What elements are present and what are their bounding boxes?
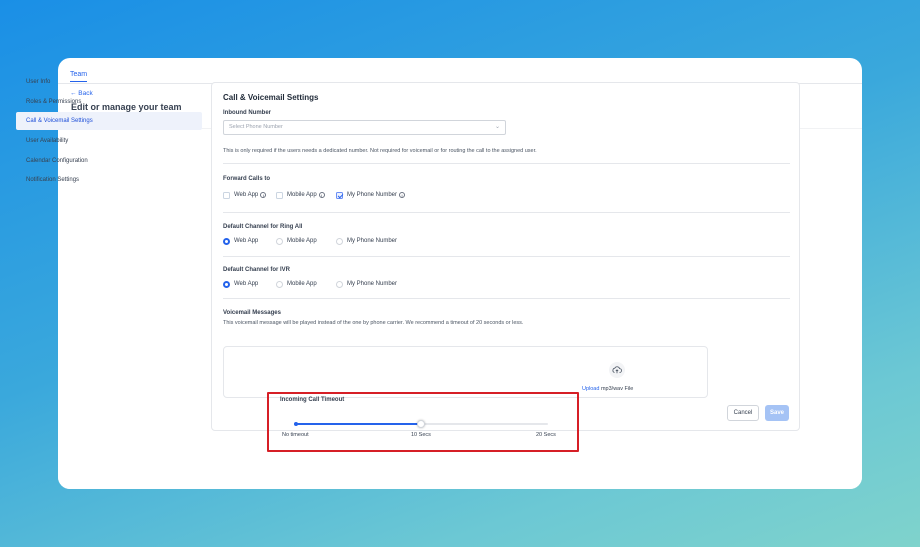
ring-all-label: Default Channel for Ring All <box>223 224 303 230</box>
my-phone-label: My Phone Number <box>347 238 398 244</box>
forward-calls-label: Forward Calls to <box>223 176 271 182</box>
timeout-slider-start-dot <box>294 422 298 426</box>
info-icon: i <box>260 192 267 198</box>
settings-sidebar: User Info Roles & Permissions Call & Voi… <box>16 73 202 191</box>
mobile-app-label: Mobile App <box>287 281 317 287</box>
upload-format-text: mp3/wav File <box>599 386 634 392</box>
timeout-slider-fill <box>294 423 421 425</box>
ivr-my-phone-option[interactable]: My Phone Number <box>336 280 398 288</box>
phone-number-select[interactable]: Select Phone Number ⌄ <box>223 120 506 135</box>
web-app-radio[interactable] <box>223 280 230 288</box>
voicemail-helper: This voicemail message will be played in… <box>223 320 524 326</box>
my-phone-label: My Phone Number <box>347 281 398 287</box>
phone-number-placeholder: Select Phone Number <box>229 124 283 130</box>
ivr-options: Web App Mobile App My Phone Number <box>223 279 397 289</box>
panel-title: Call & Voicemail Settings <box>223 93 319 102</box>
divider <box>223 212 790 213</box>
mobile-app-label: Mobile App <box>287 192 317 198</box>
my-phone-radio[interactable] <box>336 280 343 288</box>
sidebar-item-notification-settings[interactable]: Notification Settings <box>16 171 202 189</box>
my-phone-checkbox[interactable] <box>336 191 343 199</box>
mobile-app-radio[interactable] <box>276 280 283 288</box>
mobile-app-radio[interactable] <box>276 237 283 245</box>
mobile-app-label: Mobile App <box>287 238 317 244</box>
upload-area[interactable]: Upload mp3/wav File <box>520 346 708 398</box>
ivr-web-app-option[interactable]: Web App <box>223 280 276 288</box>
info-icon: i <box>318 192 325 198</box>
info-icon: i <box>399 192 406 198</box>
my-phone-label: My Phone Number <box>347 192 398 198</box>
sidebar-item-calendar-config[interactable]: Calendar Configuration <box>16 152 202 170</box>
ivr-label: Default Channel for IVR <box>223 267 291 273</box>
web-app-label: Web App <box>234 281 259 287</box>
web-app-label: Web App <box>234 238 259 244</box>
mobile-app-checkbox[interactable] <box>276 191 283 199</box>
ring-all-web-app-option[interactable]: Web App <box>223 237 276 245</box>
ring-all-my-phone-option[interactable]: My Phone Number <box>336 237 398 245</box>
ivr-mobile-app-option[interactable]: Mobile App <box>276 280 336 288</box>
incoming-timeout-label: Incoming Call Timeout <box>280 397 345 403</box>
sidebar-item-roles-permissions[interactable]: Roles & Permissions <box>16 93 202 111</box>
sidebar-item-call-voicemail[interactable]: Call & Voicemail Settings <box>16 112 202 131</box>
upload-link[interactable]: Upload <box>582 386 599 392</box>
upload-cloud-icon[interactable] <box>609 362 625 378</box>
timeout-max-label: 20 Secs <box>536 432 556 438</box>
divider <box>223 163 790 164</box>
web-app-radio[interactable] <box>223 237 230 245</box>
ring-all-options: Web App Mobile App My Phone Number <box>223 236 397 246</box>
upload-text: Upload mp3/wav File <box>582 386 633 392</box>
timeout-mid-label: 10 Secs <box>411 432 431 438</box>
timeout-slider-thumb[interactable] <box>417 420 425 428</box>
inbound-number-helper: This is only required if the users needs… <box>223 148 537 154</box>
inbound-number-label: Inbound Number <box>223 110 271 116</box>
sidebar-item-user-availability[interactable]: User Availability <box>16 132 202 150</box>
forward-my-phone-option[interactable]: My Phone Number i <box>336 191 406 199</box>
timeout-min-label: No timeout <box>282 432 309 438</box>
forward-web-app-option[interactable]: Web App i <box>223 191 276 199</box>
web-app-checkbox[interactable] <box>223 191 230 199</box>
chevron-down-icon: ⌄ <box>494 124 500 130</box>
forward-calls-options: Web App i Mobile App i My Phone Number i <box>223 190 406 200</box>
divider <box>223 298 790 299</box>
forward-mobile-app-option[interactable]: Mobile App i <box>276 191 336 199</box>
my-phone-radio[interactable] <box>336 237 343 245</box>
ring-all-mobile-app-option[interactable]: Mobile App <box>276 237 336 245</box>
sidebar-item-user-info[interactable]: User Info <box>16 73 202 91</box>
divider <box>223 256 790 257</box>
cancel-button[interactable]: Cancel <box>727 405 759 421</box>
save-button[interactable]: Save <box>765 405 789 421</box>
call-voicemail-panel: Call & Voicemail Settings Inbound Number… <box>211 82 800 431</box>
web-app-label: Web App <box>234 192 259 198</box>
voicemail-label: Voicemail Messages <box>223 310 281 316</box>
